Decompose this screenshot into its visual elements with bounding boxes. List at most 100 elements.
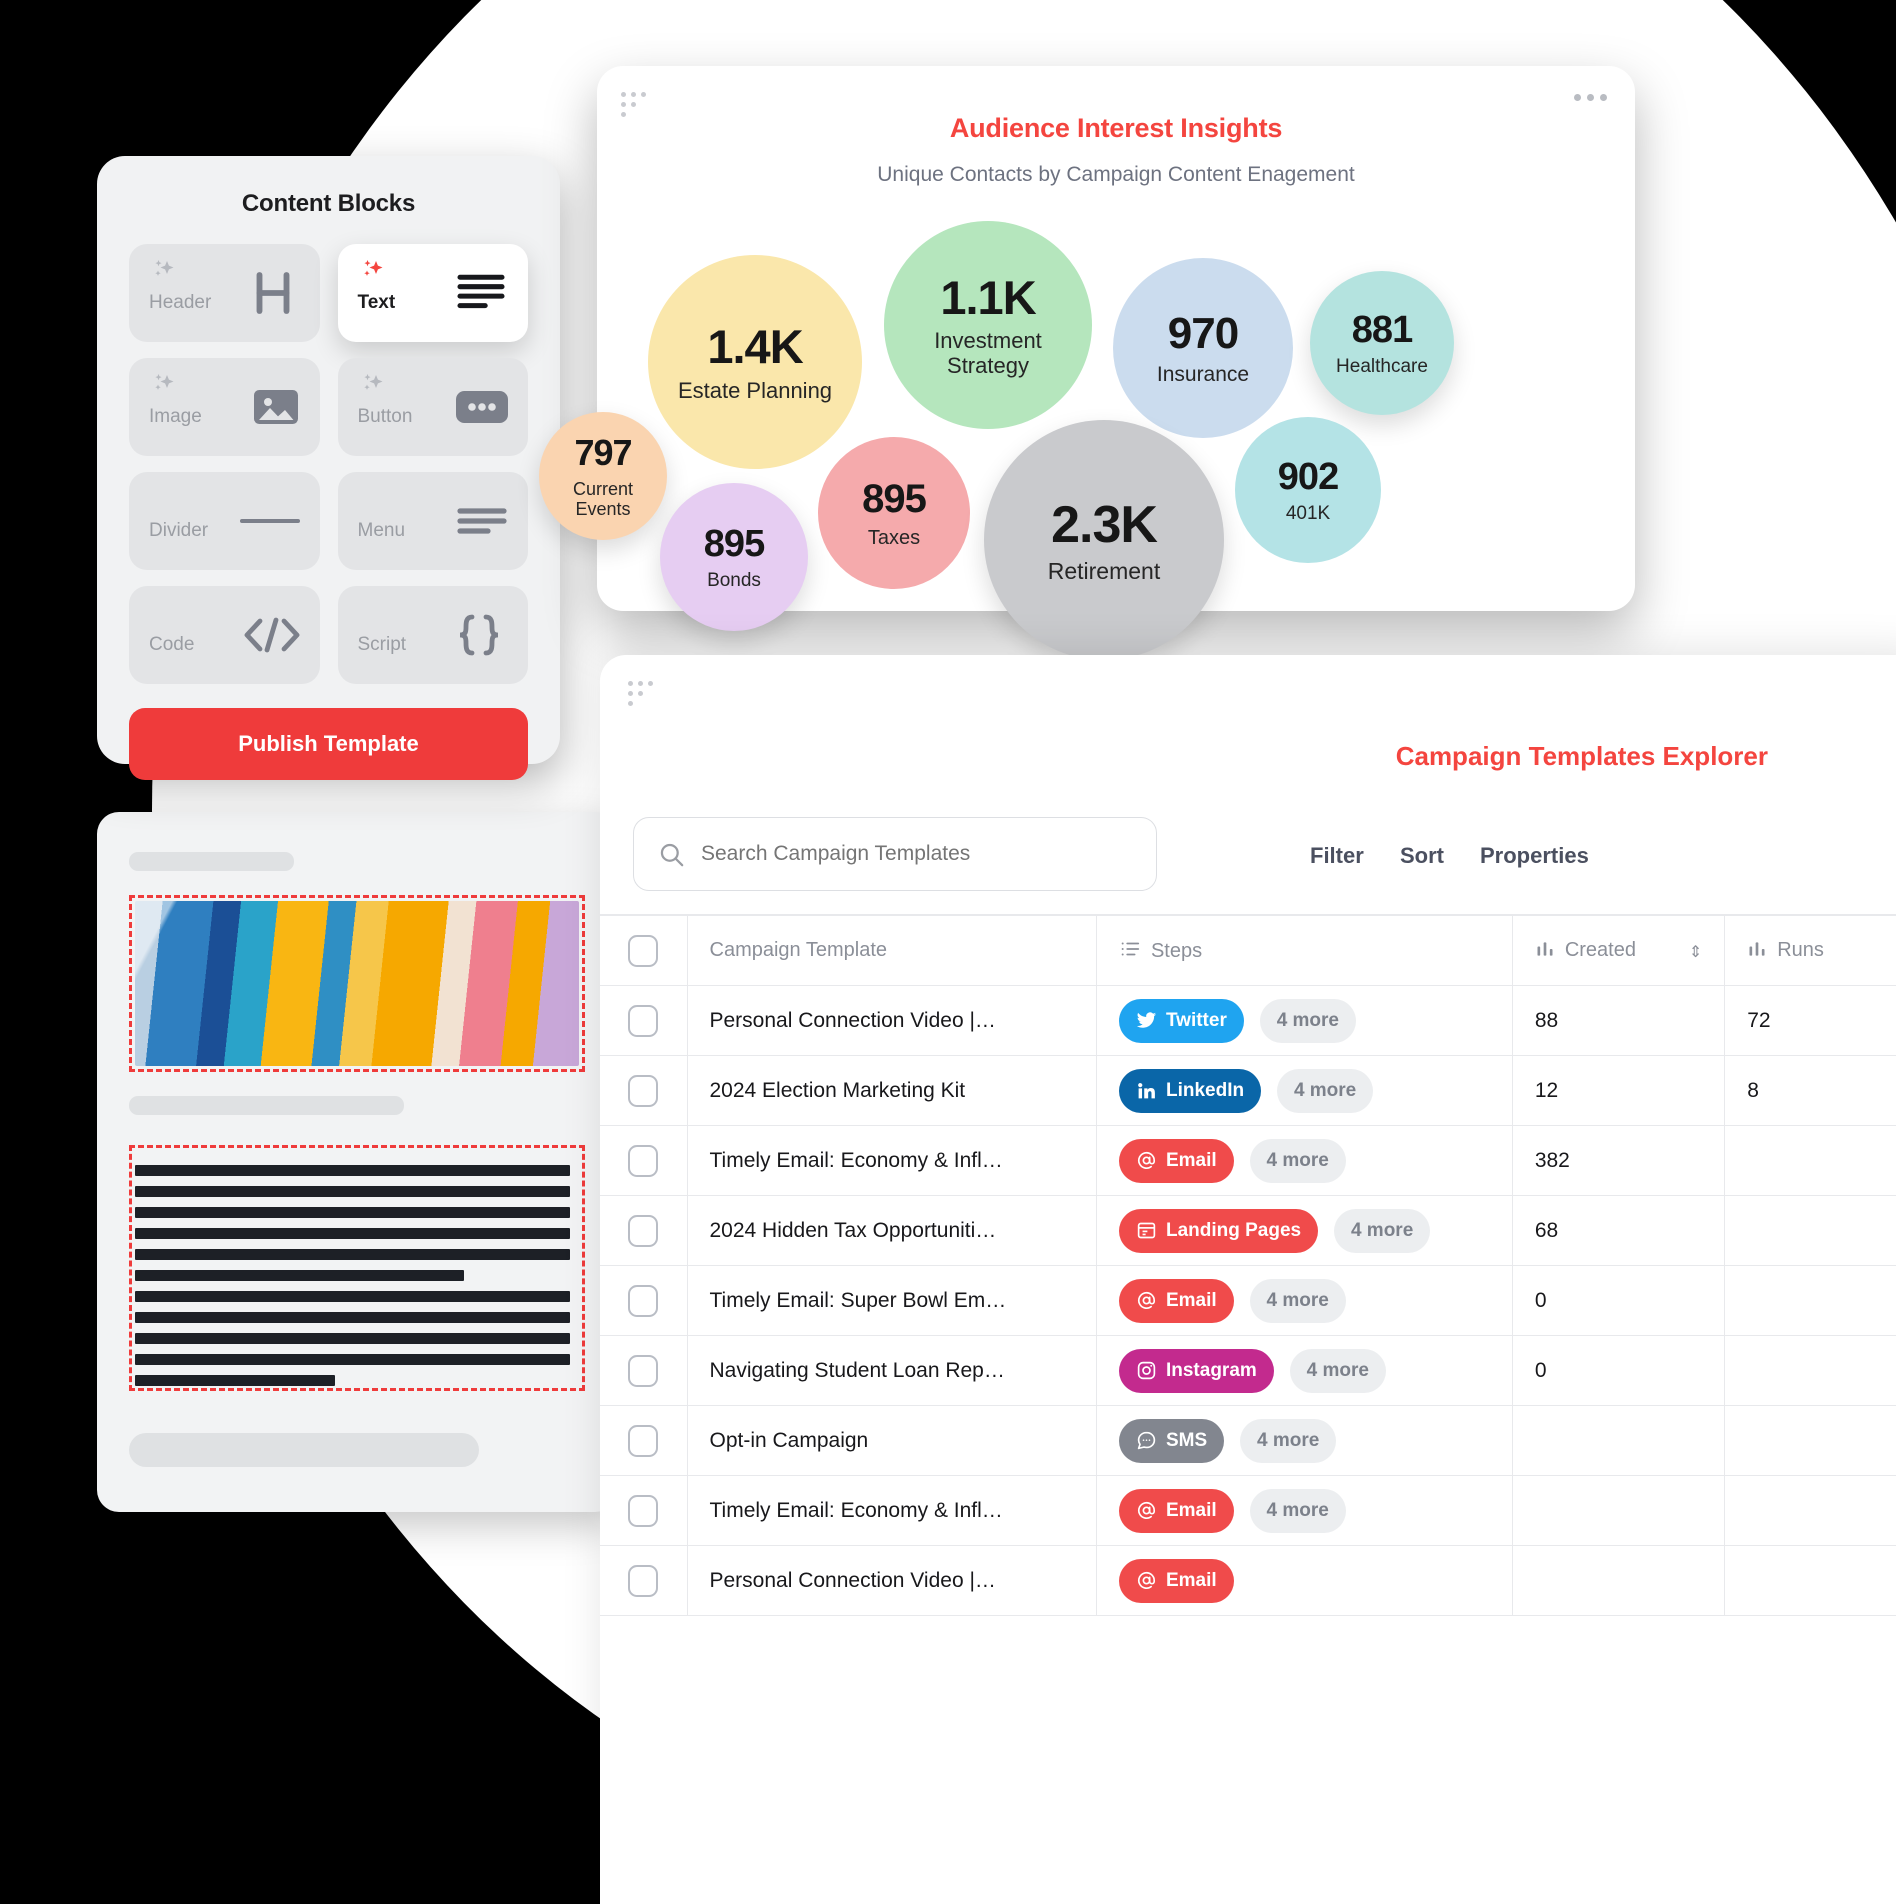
content-block-tile-code[interactable]: Code — [129, 586, 320, 684]
more-steps-pill[interactable]: 4 more — [1249, 1488, 1346, 1533]
bubble-value: 902 — [1277, 455, 1339, 498]
more-steps-pill[interactable]: 4 more — [1289, 1348, 1386, 1393]
bubble-current-events[interactable]: 797 Current Events — [539, 412, 667, 540]
table-row[interactable]: Personal Connection Video |… Email — [600, 1545, 1896, 1616]
row-checkbox[interactable] — [600, 1405, 688, 1476]
channel-pill-instagram[interactable]: Instagram — [1118, 1348, 1274, 1393]
content-block-tile-menu[interactable]: Menu — [337, 472, 528, 570]
list-icon — [1119, 938, 1141, 960]
table-row[interactable]: 2024 Hidden Tax Opportuniti… Landing Page… — [600, 1195, 1896, 1266]
bubble-insurance[interactable]: 970 Insurance — [1113, 258, 1293, 438]
drag-handle-icon[interactable] — [621, 92, 646, 118]
channel-pill-landing-pages[interactable]: Landing Pages — [1118, 1208, 1319, 1253]
column-header-name[interactable]: Campaign Template — [687, 915, 1097, 986]
bubble-retirement[interactable]: 2.3K Retirement — [984, 420, 1224, 660]
channel-pill-twitter[interactable]: Twitter — [1118, 998, 1244, 1043]
header-h-icon — [246, 266, 300, 320]
button-icon — [456, 391, 508, 423]
campaign-templates-table: Campaign Template Steps Created ⇕ Runs Pe… — [600, 915, 1896, 1616]
column-header-steps[interactable]: Steps — [1096, 915, 1513, 986]
channel-pill-label: Landing Pages — [1165, 1219, 1302, 1241]
filter-button[interactable]: Filter — [1310, 843, 1364, 869]
channel-pill-email[interactable]: Email — [1118, 1138, 1234, 1183]
cell-created — [1512, 1475, 1726, 1546]
content-block-tile-label: Header — [149, 292, 212, 313]
select-all-checkbox[interactable] — [600, 915, 688, 986]
cell-template-name: Personal Connection Video |… — [687, 1545, 1097, 1616]
bubble-taxes[interactable]: 895 Taxes — [818, 437, 970, 589]
content-block-tile-text[interactable]: Text — [337, 244, 528, 342]
more-options-icon[interactable] — [1574, 94, 1607, 101]
bubble-investment-strategy[interactable]: 1.1K Investment Strategy — [884, 221, 1092, 429]
channel-pill-sms[interactable]: SMS — [1118, 1418, 1225, 1463]
cell-steps: Email 4 more — [1096, 1265, 1513, 1336]
more-steps-pill[interactable]: 4 more — [1249, 1138, 1346, 1183]
row-checkbox[interactable] — [600, 1475, 688, 1546]
column-header-runs-label: Runs — [1777, 939, 1824, 961]
bubble-value: 895 — [703, 522, 765, 565]
hero-image — [135, 901, 579, 1066]
row-checkbox[interactable] — [600, 1545, 688, 1616]
table-row[interactable]: 2024 Election Marketing Kit LinkedIn 4 mo… — [600, 1055, 1896, 1126]
bubble-healthcare[interactable]: 881 Healthcare — [1310, 271, 1454, 415]
publish-template-button[interactable]: Publish Template — [129, 708, 528, 780]
row-checkbox[interactable] — [600, 1335, 688, 1406]
sort-button[interactable]: Sort — [1400, 843, 1444, 869]
insights-subtitle: Unique Contacts by Campaign Content Enag… — [877, 163, 1355, 186]
column-header-created[interactable]: Created ⇕ — [1512, 915, 1726, 986]
bubble-401k[interactable]: 902 401K — [1235, 417, 1381, 563]
content-block-tile-script[interactable]: Script — [337, 586, 528, 684]
search-box[interactable] — [633, 817, 1157, 891]
content-block-tile-label: Text — [357, 292, 396, 313]
row-checkbox[interactable] — [600, 1125, 688, 1196]
table-row[interactable]: Opt-in Campaign SMS 4 more — [600, 1405, 1896, 1476]
landing-page-icon — [1136, 1220, 1157, 1241]
cell-template-name: 2024 Election Marketing Kit — [687, 1055, 1097, 1126]
table-row[interactable]: Timely Email: Super Bowl Em… Email 4 more… — [600, 1265, 1896, 1336]
table-row[interactable]: Timely Email: Economy & Infl… Email 4 mor… — [600, 1475, 1896, 1546]
search-input[interactable] — [701, 842, 1101, 866]
channel-pill-email[interactable]: Email — [1118, 1488, 1234, 1533]
more-steps-pill[interactable]: 4 more — [1333, 1208, 1431, 1253]
explorer-toolbar: Filter Sort Properties — [600, 803, 1896, 915]
cell-runs — [1724, 1195, 1896, 1266]
cell-created: 382 — [1512, 1125, 1726, 1196]
table-row[interactable]: Personal Connection Video |… Twitter 4 mo… — [600, 985, 1896, 1056]
row-checkbox[interactable] — [600, 1055, 688, 1126]
row-checkbox[interactable] — [600, 1195, 688, 1266]
more-steps-pill[interactable]: 4 more — [1276, 1068, 1374, 1113]
bubble-label: Bonds — [707, 570, 761, 592]
cell-created — [1512, 1405, 1726, 1476]
row-checkbox[interactable] — [600, 1265, 688, 1336]
column-header-runs[interactable]: Runs — [1724, 915, 1896, 986]
row-checkbox[interactable] — [600, 985, 688, 1056]
more-steps-pill[interactable]: 4 more — [1259, 998, 1356, 1043]
content-block-tile-image[interactable]: Image — [129, 358, 320, 456]
content-block-tile-divider[interactable]: Divider — [129, 472, 320, 570]
content-block-tile-label: Button — [357, 406, 413, 427]
column-header-created-label: Created — [1564, 939, 1636, 961]
cell-template-name: Timely Email: Economy & Infl… — [687, 1475, 1097, 1546]
more-steps-pill[interactable]: 4 more — [1249, 1278, 1346, 1323]
selected-image-block[interactable] — [129, 895, 585, 1072]
content-block-tile-label: Divider — [149, 520, 209, 541]
cell-template-name: Timely Email: Super Bowl Em… — [687, 1265, 1097, 1336]
table-body: Personal Connection Video |… Twitter 4 mo… — [600, 985, 1896, 1616]
selected-text-block[interactable] — [129, 1145, 585, 1391]
table-row[interactable]: Timely Email: Economy & Infl… Email 4 mor… — [600, 1125, 1896, 1196]
table-row[interactable]: Navigating Student Loan Rep… Instagram 4 … — [600, 1335, 1896, 1406]
channel-pill-email[interactable]: Email — [1118, 1558, 1234, 1603]
content-blocks-grid: Header Text Image Button Divider Menu Code Scri… — [129, 244, 528, 684]
channel-pill-linkedin[interactable]: LinkedIn — [1118, 1068, 1262, 1113]
bubble-estate-planning[interactable]: 1.4K Estate Planning — [648, 255, 862, 469]
sort-arrows-icon[interactable]: ⇕ — [1689, 942, 1702, 962]
more-steps-pill[interactable]: 4 more — [1240, 1418, 1337, 1463]
content-block-tile-header[interactable]: Header — [129, 244, 320, 342]
drag-handle-icon[interactable] — [628, 681, 653, 707]
divider-icon — [239, 515, 300, 527]
bubble-bonds[interactable]: 895 Bonds — [660, 483, 808, 631]
screenshot-root: Content Blocks Header Text Image Button Divi… — [0, 0, 1896, 1904]
properties-button[interactable]: Properties — [1480, 843, 1589, 869]
channel-pill-email[interactable]: Email — [1118, 1278, 1234, 1323]
content-block-tile-button[interactable]: Button — [337, 358, 528, 456]
